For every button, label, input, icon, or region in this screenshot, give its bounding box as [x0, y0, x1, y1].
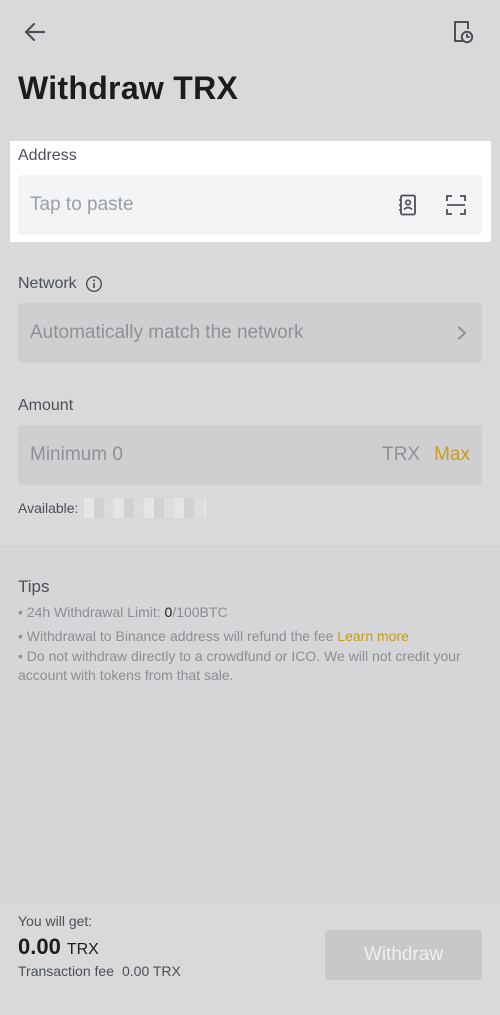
- receive-amount: 0.00 TRX: [18, 934, 99, 960]
- max-button[interactable]: Max: [434, 444, 470, 466]
- receive-amount-unit: TRX: [66, 941, 99, 958]
- address-book-button[interactable]: [394, 191, 422, 219]
- amount-unit: TRX: [382, 444, 421, 465]
- withdraw-button[interactable]: Withdraw: [325, 930, 482, 980]
- amount-input[interactable]: Minimum 0 TRX Max: [18, 425, 482, 485]
- available-balance-blurred: [84, 498, 207, 518]
- tip-withdrawal-limit: • 24h Withdrawal Limit: 0/100BTC: [18, 603, 478, 622]
- tip-refund: • Withdrawal to Binance address will ref…: [18, 627, 478, 646]
- tips-title: Tips: [18, 577, 50, 596]
- you-will-get-label: You will get:: [18, 913, 93, 929]
- tip-crowdfund: • Do not withdraw directly to a crowdfun…: [18, 648, 461, 683]
- chevron-right-icon: [458, 326, 466, 340]
- amount-label: Amount: [18, 397, 74, 414]
- network-placeholder: Automatically match the network: [30, 322, 304, 343]
- scan-icon: [446, 195, 466, 215]
- document-clock-icon: [454, 21, 474, 44]
- history-button[interactable]: [442, 12, 482, 52]
- tips-panel: [0, 546, 500, 903]
- address-input[interactable]: Tap to paste: [18, 175, 482, 235]
- tip-refund-text: • Withdrawal to Binance address will ref…: [18, 628, 338, 644]
- page-title: Withdraw TRX: [18, 70, 239, 106]
- fee-label: Transaction fee: [18, 963, 114, 979]
- available-row: Available:: [18, 498, 207, 518]
- learn-more-link[interactable]: Learn more: [337, 628, 409, 644]
- arrow-left-icon: [24, 22, 46, 42]
- fee-value: 0.00 TRX: [121, 963, 181, 979]
- tip-limit-prefix: • 24h Withdrawal Limit:: [18, 604, 165, 620]
- network-select[interactable]: Automatically match the network: [18, 303, 482, 363]
- info-icon[interactable]: [85, 275, 103, 293]
- tip-limit-suffix: /100BTC: [172, 604, 228, 620]
- address-book-icon: [399, 194, 416, 216]
- address-label: Address: [18, 147, 77, 164]
- network-label: Network: [18, 275, 77, 292]
- available-label: Available:: [18, 500, 79, 516]
- transaction-fee-row: Transaction fee 0.00 TRX: [18, 963, 181, 979]
- scan-button[interactable]: [442, 191, 470, 219]
- receive-amount-value: 0.00: [18, 934, 61, 959]
- address-placeholder: Tap to paste: [30, 194, 134, 215]
- network-label-row: Network: [18, 275, 103, 293]
- amount-placeholder: Minimum 0: [30, 444, 123, 465]
- back-button[interactable]: [15, 12, 55, 52]
